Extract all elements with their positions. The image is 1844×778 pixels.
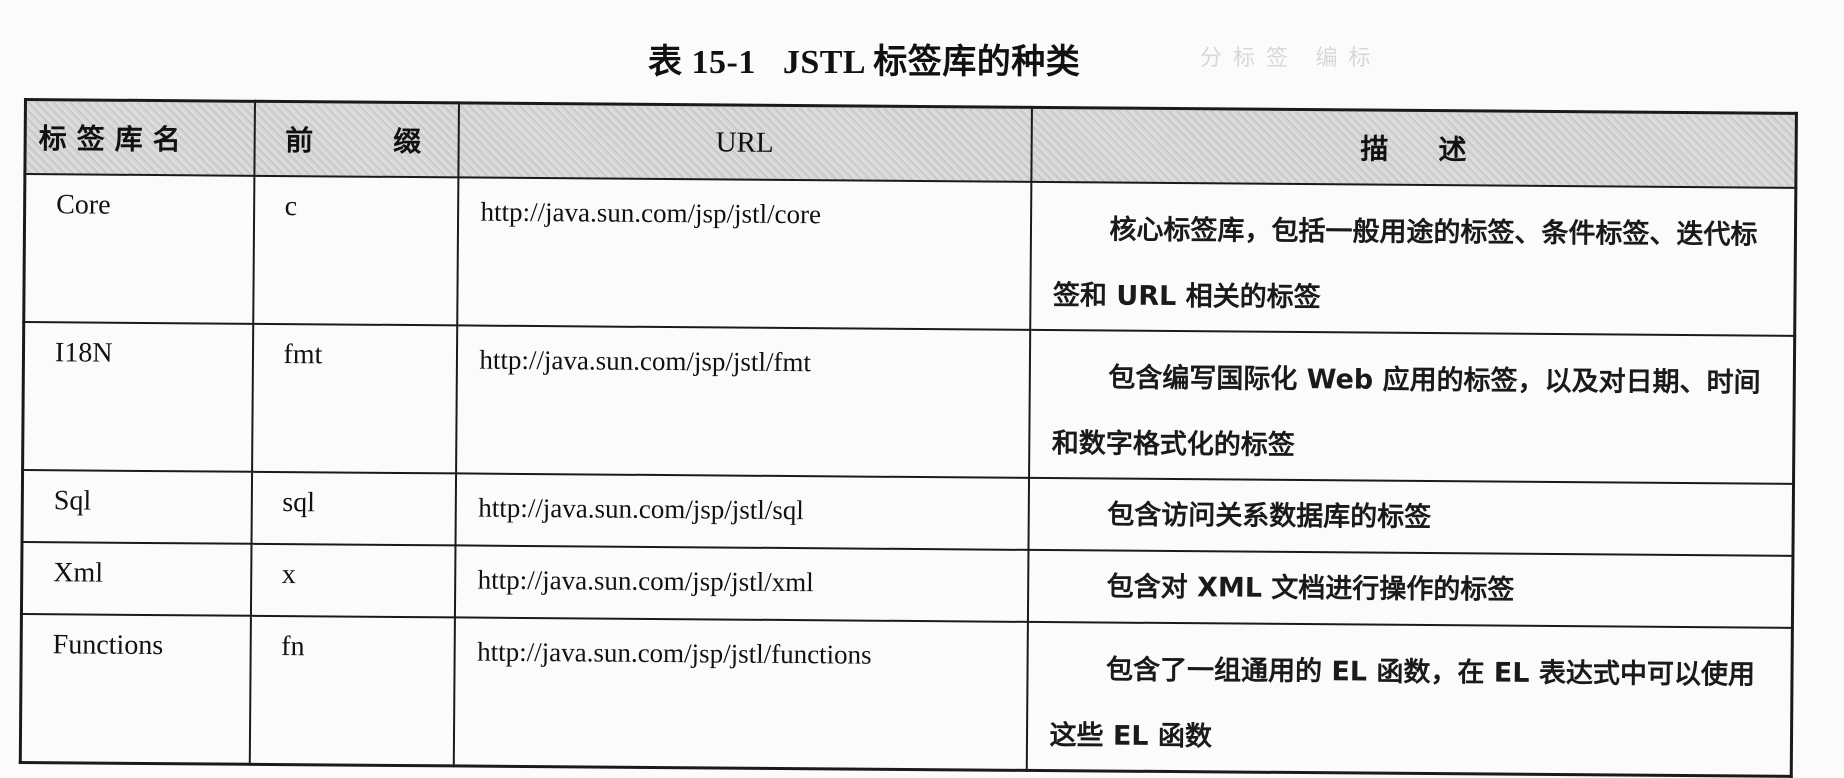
cell-description: 包含了一组通用的 EL 函数，在 EL 表达式中可以使用这些 EL 函数 xyxy=(1026,621,1793,777)
table-row: Sql sql http://java.sun.com/jsp/jstl/sql… xyxy=(22,470,1794,556)
header-library-name: 标签库名 xyxy=(24,99,255,176)
cell-url: http://java.sun.com/jsp/jstl/xml xyxy=(454,545,1028,622)
cell-url: http://java.sun.com/jsp/jstl/functions xyxy=(453,617,1028,771)
table-row: I18N fmt http://java.sun.com/jsp/jstl/fm… xyxy=(22,322,1795,484)
cell-library-name: Sql xyxy=(22,470,252,544)
header-prefix-char-2: 缀 xyxy=(393,124,422,159)
cell-url: http://java.sun.com/jsp/jstl/sql xyxy=(454,473,1029,550)
header-prefix-char-1: 前 xyxy=(285,124,314,158)
header-description: 描述 xyxy=(1030,107,1797,188)
cell-prefix: fmt xyxy=(251,323,457,474)
cell-library-name: Xml xyxy=(21,541,252,616)
table-caption: 表 15-1 JSTL 标签库的种类 xyxy=(648,44,1081,81)
cell-prefix: x xyxy=(250,543,455,618)
header-url: URL xyxy=(457,102,1032,182)
cell-library-name: I18N xyxy=(22,322,253,472)
cell-prefix: c xyxy=(252,175,458,326)
table-row: Core c http://java.sun.com/jsp/jstl/core… xyxy=(23,174,1796,336)
cell-description: 包含编写国际化 Web 应用的标签，以及对日期、时间和数字格式化的标签 xyxy=(1028,329,1795,484)
header-prefix: 前缀 xyxy=(253,101,459,178)
cell-description: 包含对 XML 文档进行操作的标签 xyxy=(1027,549,1793,628)
cell-prefix: sql xyxy=(251,471,456,546)
cell-description: 核心标签库，包括一般用途的标签、条件标签、迭代标签和 URL 相关的标签 xyxy=(1029,181,1796,336)
table-row: Functions fn http://java.sun.com/jsp/jst… xyxy=(20,613,1793,777)
table-row: Xml x http://java.sun.com/jsp/jstl/xml 包… xyxy=(21,541,1793,628)
bleed-through-text: 分 标 签 编 标 xyxy=(1200,45,1371,70)
header-desc-char-2: 述 xyxy=(1438,133,1467,167)
cell-library-name: Core xyxy=(23,174,254,324)
cell-library-name: Functions xyxy=(20,613,251,765)
table-header-row: 标签库名 前缀 URL 描述 xyxy=(24,99,1797,188)
cell-url: http://java.sun.com/jsp/jstl/core xyxy=(456,177,1031,330)
cell-description: 包含访问关系数据库的标签 xyxy=(1027,477,1794,556)
jstl-tag-library-table: 标签库名 前缀 URL 描述 Core c http://java.sun.co… xyxy=(18,98,1798,778)
header-desc-char-1: 描 xyxy=(1360,132,1389,166)
cell-url: http://java.sun.com/jsp/jstl/fmt xyxy=(455,325,1030,478)
jstl-tag-library-table-container: 标签库名 前缀 URL 描述 Core c http://java.sun.co… xyxy=(18,98,1798,778)
cell-prefix: fn xyxy=(249,615,455,766)
